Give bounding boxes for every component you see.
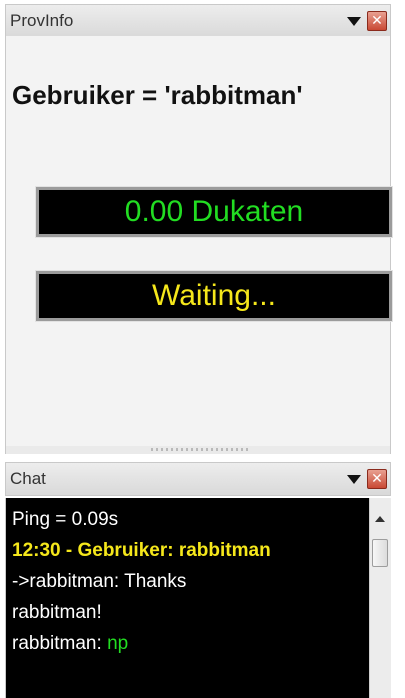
chat-line: ->rabbitman: Thanks [12,571,187,592]
scroll-thumb[interactable] [372,539,388,567]
status-display: Waiting... [35,270,393,322]
provinfo-title: ProvInfo [10,11,74,30]
user-label: Gebruiker = 'rabbitman' [12,80,303,110]
close-icon[interactable]: ✕ [367,11,387,31]
provinfo-panel: Gebruiker = 'rabbitman' 0.00 Dukaten Wai… [5,36,393,452]
splitter-grip[interactable] [151,448,251,451]
provinfo-titlebar[interactable]: ProvInfo ✕ [5,4,391,38]
chat-titlebar[interactable]: Chat ✕ [5,462,391,496]
chat-title: Chat [10,469,46,488]
chat-sender: rabbitman: [12,633,102,654]
scroll-up-icon[interactable] [375,516,385,522]
chevron-down-icon[interactable] [347,17,361,26]
panel-splitter[interactable] [5,446,391,454]
balance-display: 0.00 Dukaten [35,186,393,238]
chat-line: 12:30 - Gebruiker: rabbitman [12,540,271,561]
chat-line: Ping = 0.09s [12,509,119,530]
chat-line: rabbitman: np [12,628,369,659]
chat-scrollbar[interactable] [369,498,391,698]
close-icon[interactable]: ✕ [367,469,387,489]
chevron-down-icon[interactable] [347,475,361,484]
chat-log: Ping = 0.09s 12:30 - Gebruiker: rabbitma… [5,498,391,698]
chat-line: rabbitman! [12,602,102,623]
chat-message: np [107,633,129,654]
